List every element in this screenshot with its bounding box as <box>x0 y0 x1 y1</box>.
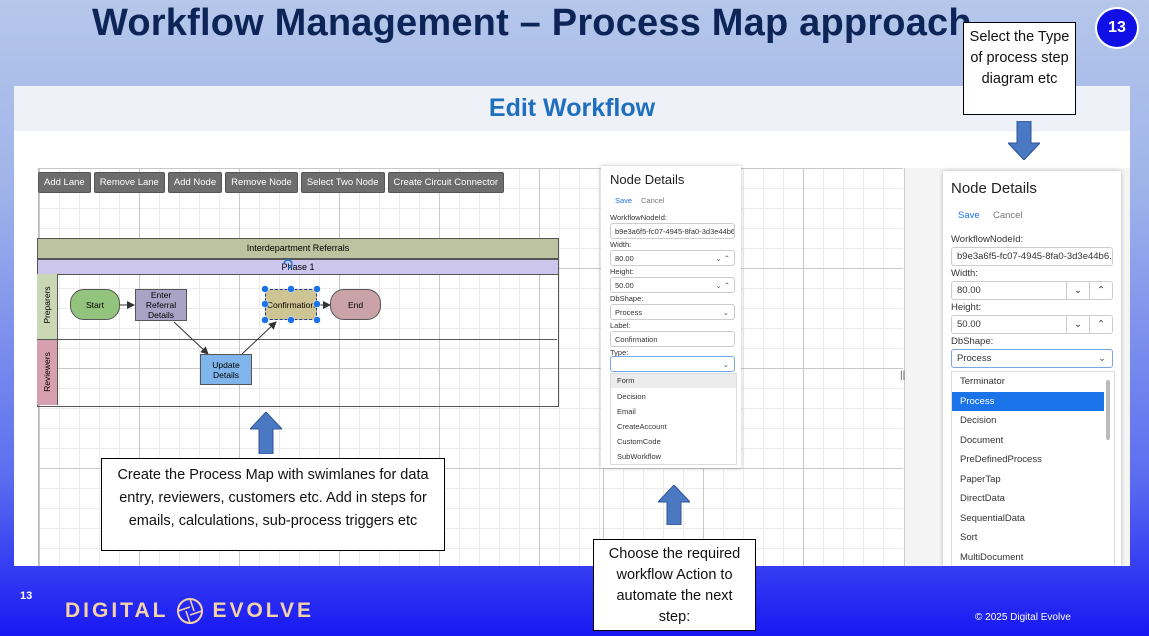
panel-small-title: Node Details <box>610 172 685 187</box>
panel-small-height-value: 50.00 <box>615 280 634 290</box>
shape-option-papertap[interactable]: PaperTap <box>952 470 1104 489</box>
chevron-up-icon[interactable]: ⌃ <box>1089 282 1112 299</box>
callout-workflow-action: Choose the required workflow Action to a… <box>593 539 756 631</box>
node-details-panel-large: Node Details Save Cancel WorkflowNodeId:… <box>943 171 1121 566</box>
shape-option-sort[interactable]: Sort <box>952 528 1104 547</box>
callout-process-step-type: Select the Type of process step diagram … <box>963 22 1076 115</box>
panel-small-shape-value: Process <box>615 307 643 317</box>
panel-large-cancel-button[interactable]: Cancel <box>993 210 1023 221</box>
chevron-down-icon: ⌄ <box>722 359 729 369</box>
type-option-customcode[interactable]: CustomCode <box>617 437 661 446</box>
logo-text-right: EVOLVE <box>212 599 315 622</box>
digital-evolve-logo: DIGITAL EVOLVE <box>65 597 314 625</box>
chevron-down-icon[interactable]: ⌄ <box>1066 316 1089 333</box>
panel-small-id-label: WorkflowNodeId: <box>610 213 667 222</box>
page-number-badge: 13 <box>1095 7 1139 49</box>
panel-small-height-stepper-icon[interactable]: ⌄ ⌃ <box>715 281 734 290</box>
type-option-subworkflow[interactable]: SubWorkflow <box>617 452 661 461</box>
panel-large-id-label: WorkflowNodeId: <box>951 234 1024 245</box>
panel-small-label-field[interactable]: Confirmation <box>610 331 735 347</box>
panel-small-cancel-button[interactable]: Cancel <box>641 196 664 205</box>
panel-small-width-stepper-icon[interactable]: ⌄ ⌃ <box>715 254 734 263</box>
panel-large-shape-select[interactable]: Process ⌄ <box>951 349 1113 368</box>
shape-option-document[interactable]: Document <box>952 431 1104 450</box>
type-option-form[interactable]: Form <box>611 374 736 388</box>
shape-option-decision[interactable]: Decision <box>952 411 1104 430</box>
shape-option-terminator[interactable]: Terminator <box>952 372 1104 391</box>
down-arrow-icon <box>1008 121 1040 160</box>
panel-small-type-dropdown: Form Decision Email CreateAccount Custom… <box>610 373 737 465</box>
panel-large-width-field[interactable]: 80.00 ⌄ ⌃ <box>951 281 1113 300</box>
panel-small-save-button[interactable]: Save <box>615 196 632 205</box>
shape-option-directdata[interactable]: DirectData <box>952 489 1104 508</box>
shape-dropdown-list: Terminator Process Decision Document Pre… <box>951 371 1115 566</box>
panel-large-id-field[interactable]: b9e3a6f5-fc07-4945-8fa0-3d3e44b6... <box>951 247 1113 266</box>
panel-small-shape-select[interactable]: Process ⌄ <box>610 304 735 320</box>
splitter-handle[interactable]: || <box>900 370 905 381</box>
shape-option-multidocument[interactable]: MultiDocument <box>952 548 1104 567</box>
chevron-up-icon[interactable]: ⌃ <box>1089 316 1112 333</box>
panel-small-height-field[interactable]: 50.00 ⌄ ⌃ <box>610 277 735 293</box>
footer-page-number: 13 <box>20 590 33 602</box>
panel-small-width-field[interactable]: 80.00 ⌄ ⌃ <box>610 250 735 266</box>
panel-small-width-label: Width: <box>610 240 632 249</box>
panel-large-width-value: 80.00 <box>957 285 981 296</box>
panel-large-height-field[interactable]: 50.00 ⌄ ⌃ <box>951 315 1113 334</box>
panel-small-shape-label: DbShape: <box>610 294 644 303</box>
chevron-down-icon: ⌄ <box>722 307 729 317</box>
panel-large-height-value: 50.00 <box>957 319 981 330</box>
chevron-down-icon[interactable]: ⌄ <box>1066 282 1089 299</box>
panel-large-title: Node Details <box>951 180 1037 197</box>
slide-title: Workflow Management – Process Map approa… <box>92 2 972 44</box>
dropdown-scrollbar[interactable] <box>1106 380 1110 440</box>
type-option-email[interactable]: Email <box>617 407 636 416</box>
panel-large-height-label: Height: <box>951 302 982 313</box>
logo-text-left: DIGITAL <box>65 599 169 622</box>
selection-handles[interactable] <box>14 86 614 426</box>
panel-small-width-value: 80.00 <box>615 253 634 263</box>
shape-option-process[interactable]: Process <box>952 391 1104 411</box>
panel-small-label-label: Label: <box>610 321 631 330</box>
shape-option-predefinedprocess[interactable]: PreDefinedProcess <box>952 450 1104 469</box>
aperture-icon <box>177 598 204 624</box>
type-option-decision[interactable]: Decision <box>617 392 646 401</box>
type-option-createaccount[interactable]: CreateAccount <box>617 422 667 431</box>
panel-small-type-select[interactable]: ⌄ <box>610 356 735 372</box>
node-details-panel-small: Node Details Save Cancel WorkflowNodeId:… <box>601 166 741 468</box>
up-arrow-icon <box>250 412 282 454</box>
up-arrow-icon <box>658 485 690 525</box>
panel-large-save-button[interactable]: Save <box>958 210 980 221</box>
callout-swimlanes: Create the Process Map with swimlanes fo… <box>101 458 445 551</box>
panel-small-height-label: Height: <box>610 267 634 276</box>
panel-large-shape-value: Process <box>957 353 992 364</box>
panel-small-id-field[interactable]: b9e3a6f5-fc07-4945-8fa0-3d3e44b6... <box>610 223 735 239</box>
copyright-text: © 2025 Digital Evolve <box>975 612 1071 623</box>
chevron-down-icon: ⌄ <box>1098 353 1106 364</box>
panel-large-width-label: Width: <box>951 268 978 279</box>
shape-option-sequentialdata[interactable]: SequentialData <box>952 509 1104 528</box>
panel-large-shape-label: DbShape: <box>951 336 994 347</box>
